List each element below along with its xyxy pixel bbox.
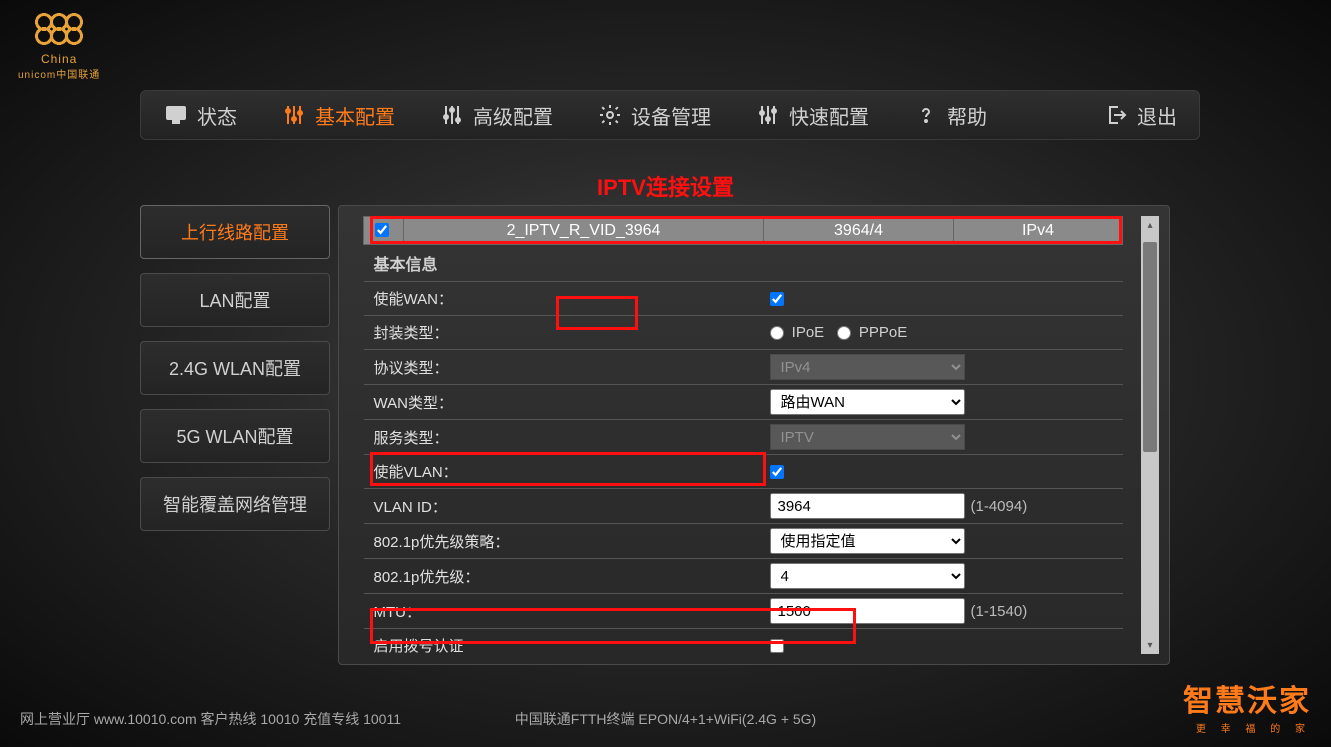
scroll-thumb[interactable]: [1143, 242, 1157, 452]
sidebar-item-wlan24[interactable]: 2.4G WLAN配置: [140, 341, 330, 395]
label-dial-auth: 启用拨号认证: [364, 629, 764, 655]
sidebar-item-lan[interactable]: LAN配置: [140, 273, 330, 327]
encap-ipoe-option[interactable]: IPoE: [770, 324, 825, 341]
label-vlan-id: VLAN ID：: [364, 489, 764, 524]
nav-device-mgmt[interactable]: 设备管理: [575, 91, 733, 139]
connection-row[interactable]: 2_IPTV_R_VID_3964 3964/4 IPv4: [364, 217, 1123, 245]
encap-pppoe-radio[interactable]: [837, 326, 851, 340]
nav-status-label: 状态: [197, 101, 237, 130]
p8021-priority-select[interactable]: 4: [770, 563, 965, 589]
label-8021p-priority: 802.1p优先级：: [364, 559, 764, 594]
label-enable-wan: 使能WAN：: [364, 282, 764, 316]
nav-advanced-config[interactable]: 高级配置: [417, 91, 575, 139]
footer-left: 网上营业厅 www.10010.com 客户热线 10010 充值专线 1001…: [20, 711, 401, 727]
brand-slogan: 更 幸 福 的 家: [1183, 720, 1311, 735]
enable-vlan-checkbox[interactable]: [770, 465, 784, 479]
nav-logout[interactable]: 退出: [1081, 91, 1199, 139]
nav-logout-label: 退出: [1137, 101, 1177, 130]
brand-name: 智慧沃家: [1183, 676, 1311, 720]
scrollbar[interactable]: ▴ ▾: [1141, 216, 1159, 654]
nav-device-label: 设备管理: [631, 101, 711, 130]
nav-status[interactable]: 状态: [141, 91, 259, 139]
encap-ipoe-radio[interactable]: [770, 326, 784, 340]
sidebar-item-label: LAN配置: [199, 287, 270, 313]
sliders-icon: [755, 102, 781, 128]
protocol-type-select: IPv4: [770, 354, 965, 380]
sliders-icon: [439, 102, 465, 128]
sidebar-item-wlan5[interactable]: 5G WLAN配置: [140, 409, 330, 463]
mtu-input[interactable]: [770, 598, 965, 624]
monitor-icon: [163, 102, 189, 128]
service-type-select: IPTV: [770, 424, 965, 450]
enable-wan-checkbox[interactable]: [770, 292, 784, 306]
sidebar-item-label: 5G WLAN配置: [176, 423, 293, 449]
dial-auth-checkbox[interactable]: [770, 639, 784, 653]
label-protocol-type: 协议类型：: [364, 350, 764, 385]
china-unicom-knot-icon: [29, 10, 89, 50]
sidebar-item-label: 智能覆盖网络管理: [163, 491, 307, 517]
p8021-policy-select[interactable]: 使用指定值: [770, 528, 965, 554]
nav-quick-config[interactable]: 快速配置: [733, 91, 891, 139]
settings-panel: 2_IPTV_R_VID_3964 3964/4 IPv4 基本信息 使能WAN…: [338, 205, 1170, 665]
sidebar-item-label: 上行线路配置: [181, 219, 289, 245]
page-title: IPTV连接设置: [0, 170, 1331, 202]
wan-type-select[interactable]: 路由WAN: [770, 389, 965, 415]
sidebar-item-mesh[interactable]: 智能覆盖网络管理: [140, 477, 330, 531]
nav-help-label: 帮助: [947, 101, 987, 130]
connection-proto: IPv4: [954, 217, 1123, 245]
sidebar: 上行线路配置 LAN配置 2.4G WLAN配置 5G WLAN配置 智能覆盖网…: [140, 205, 330, 531]
nav-advanced-label: 高级配置: [473, 101, 553, 130]
footer: 网上营业厅 www.10010.com 客户热线 10010 充值专线 1001…: [20, 709, 1311, 729]
section-basic-info: 基本信息: [364, 245, 1123, 282]
sliders-icon: [281, 102, 307, 128]
sidebar-item-label: 2.4G WLAN配置: [169, 355, 301, 381]
scroll-down-icon[interactable]: ▾: [1141, 636, 1159, 654]
connection-select-checkbox[interactable]: [375, 223, 389, 237]
nav-help[interactable]: 帮助: [891, 91, 1009, 139]
gear-icon: [597, 102, 623, 128]
encap-pppoe-option[interactable]: PPPoE: [837, 324, 908, 341]
brand-logo: Chinaunicom中国联通: [18, 10, 100, 81]
label-mtu: MTU：: [364, 594, 764, 629]
nav-quick-label: 快速配置: [789, 101, 869, 130]
label-service-type: 服务类型：: [364, 420, 764, 455]
vlan-id-hint: (1-4094): [971, 498, 1028, 515]
connection-name: 2_IPTV_R_VID_3964: [404, 217, 764, 245]
scroll-up-icon[interactable]: ▴: [1141, 216, 1159, 234]
footer-device-model: 中国联通FTTH终端 EPON/4+1+WiFi(2.4G + 5G): [515, 709, 816, 729]
logout-icon: [1103, 102, 1129, 128]
vlan-id-input[interactable]: [770, 493, 965, 519]
footer-brand: 智慧沃家 更 幸 福 的 家: [1183, 676, 1311, 735]
label-8021p-policy: 802.1p优先级策略：: [364, 524, 764, 559]
question-icon: [913, 102, 939, 128]
mtu-hint: (1-1540): [971, 603, 1028, 620]
sidebar-item-uplink[interactable]: 上行线路配置: [140, 205, 330, 259]
nav-basic-label: 基本配置: [315, 101, 395, 130]
label-encap-type: 封装类型：: [364, 316, 764, 350]
label-enable-vlan: 使能VLAN：: [364, 455, 764, 489]
connection-vlan: 3964/4: [764, 217, 954, 245]
label-wan-type: WAN类型：: [364, 385, 764, 420]
top-nav: 状态 基本配置 高级配置 设备管理 快速配置 帮助 退出: [140, 90, 1200, 140]
nav-basic-config[interactable]: 基本配置: [259, 91, 417, 139]
